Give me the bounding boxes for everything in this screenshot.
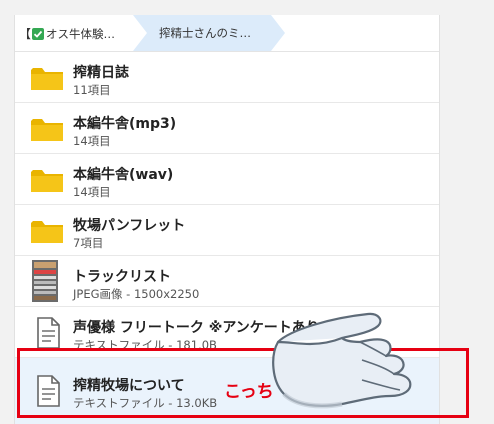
list-item[interactable]: 搾精日誌 11項目 bbox=[15, 52, 439, 103]
folder-icon bbox=[31, 68, 63, 90]
file-name: トラックリスト bbox=[73, 269, 171, 285]
file-meta: 14項目 bbox=[73, 185, 111, 199]
breadcrumb-parent-label: オス牛体験… bbox=[46, 26, 116, 41]
breadcrumb: 【 オス牛体験… 搾精士さんのミ… bbox=[15, 15, 439, 52]
file-meta: 11項目 bbox=[73, 83, 111, 97]
file-name: 牧場パンフレット bbox=[73, 218, 186, 234]
folder-icon bbox=[31, 119, 63, 141]
folder-icon bbox=[31, 170, 63, 192]
breadcrumb-item-current[interactable]: 搾精士さんのミ… bbox=[133, 15, 285, 51]
breadcrumb-current-label: 搾精士さんのミ… bbox=[159, 26, 251, 40]
list-item[interactable]: 本編牛舎(wav) 14項目 bbox=[15, 154, 439, 205]
breadcrumb-item-parent[interactable]: 【 オス牛体験… bbox=[19, 25, 115, 42]
file-name: 本編牛舎(mp3) bbox=[73, 116, 177, 132]
file-name: 本編牛舎(wav) bbox=[73, 167, 174, 183]
text-file-icon bbox=[37, 317, 60, 349]
checkbox-emoji-icon bbox=[32, 27, 45, 40]
file-meta: 7項目 bbox=[73, 236, 104, 250]
image-thumbnail bbox=[32, 260, 58, 302]
file-meta: JPEG画像 - 1500x2250 bbox=[73, 287, 200, 301]
file-name: 搾精日誌 bbox=[73, 65, 129, 81]
pointing-hand-icon bbox=[272, 312, 412, 409]
list-item[interactable]: 牧場パンフレット 7項目 bbox=[15, 205, 439, 256]
file-meta: 14項目 bbox=[73, 134, 111, 148]
folder-icon bbox=[31, 221, 63, 243]
bracket-text: 【 bbox=[19, 27, 32, 41]
list-item[interactable]: 本編牛舎(mp3) 14項目 bbox=[15, 103, 439, 154]
